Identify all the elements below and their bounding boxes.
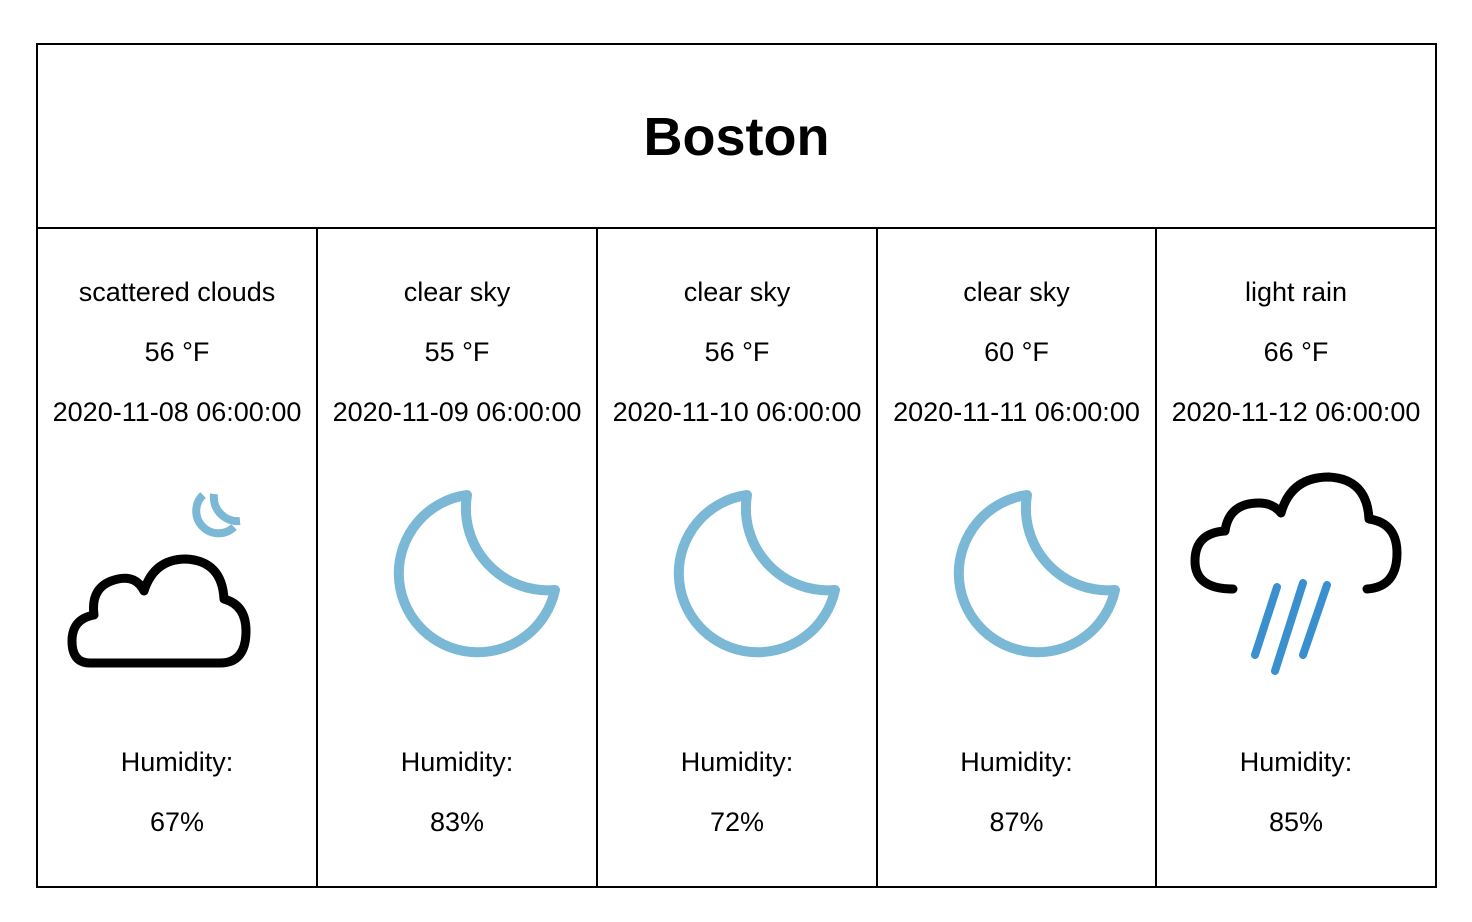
city-header: Boston xyxy=(38,45,1435,229)
moon-icon xyxy=(622,467,852,697)
forecast-datetime: 2020-11-12 06:00:00 xyxy=(1171,397,1421,427)
humidity-label: Humidity: xyxy=(680,747,794,777)
forecast-datetime: 2020-11-09 06:00:00 xyxy=(332,397,582,427)
moon-icon xyxy=(902,467,1132,697)
weather-description: clear sky xyxy=(403,277,511,307)
cloud-rain-icon xyxy=(1181,467,1411,697)
day-card: light rain 66 °F 2020-11-12 06:00:00 Hum… xyxy=(1157,229,1435,886)
weather-description: light rain xyxy=(1244,277,1348,307)
weather-description: clear sky xyxy=(683,277,791,307)
forecast-datetime: 2020-11-10 06:00:00 xyxy=(612,397,862,427)
humidity-value: 87% xyxy=(989,807,1044,837)
day-card: scattered clouds 56 °F 2020-11-08 06:00:… xyxy=(38,229,318,886)
humidity-value: 67% xyxy=(149,807,205,837)
forecast-table: Boston scattered clouds 56 °F 2020-11-08… xyxy=(36,43,1437,888)
day-card: clear sky 60 °F 2020-11-11 06:00:00 Humi… xyxy=(878,229,1157,886)
humidity-value: 85% xyxy=(1268,807,1324,837)
weather-description: scattered clouds xyxy=(78,277,276,307)
city-title: Boston xyxy=(643,107,830,167)
humidity-label: Humidity: xyxy=(960,747,1073,777)
humidity-label: Humidity: xyxy=(120,747,234,777)
humidity-label: Humidity: xyxy=(400,747,514,777)
temperature: 60 °F xyxy=(984,337,1049,367)
temperature: 56 °F xyxy=(704,337,770,367)
temperature: 66 °F xyxy=(1263,337,1329,367)
temperature: 56 °F xyxy=(144,337,210,367)
moon-icon xyxy=(342,467,572,697)
day-card: clear sky 55 °F 2020-11-09 06:00:00 Humi… xyxy=(318,229,598,886)
forecast-days-row: scattered clouds 56 °F 2020-11-08 06:00:… xyxy=(38,229,1435,886)
forecast-datetime: 2020-11-11 06:00:00 xyxy=(893,397,1140,427)
humidity-label: Humidity: xyxy=(1239,747,1353,777)
forecast-datetime: 2020-11-08 06:00:00 xyxy=(52,397,302,427)
weather-description: clear sky xyxy=(963,277,1070,307)
day-card: clear sky 56 °F 2020-11-10 06:00:00 Humi… xyxy=(598,229,878,886)
temperature: 55 °F xyxy=(424,337,490,367)
humidity-value: 72% xyxy=(709,807,765,837)
humidity-value: 83% xyxy=(429,807,485,837)
cloud-moon-icon xyxy=(62,467,292,697)
